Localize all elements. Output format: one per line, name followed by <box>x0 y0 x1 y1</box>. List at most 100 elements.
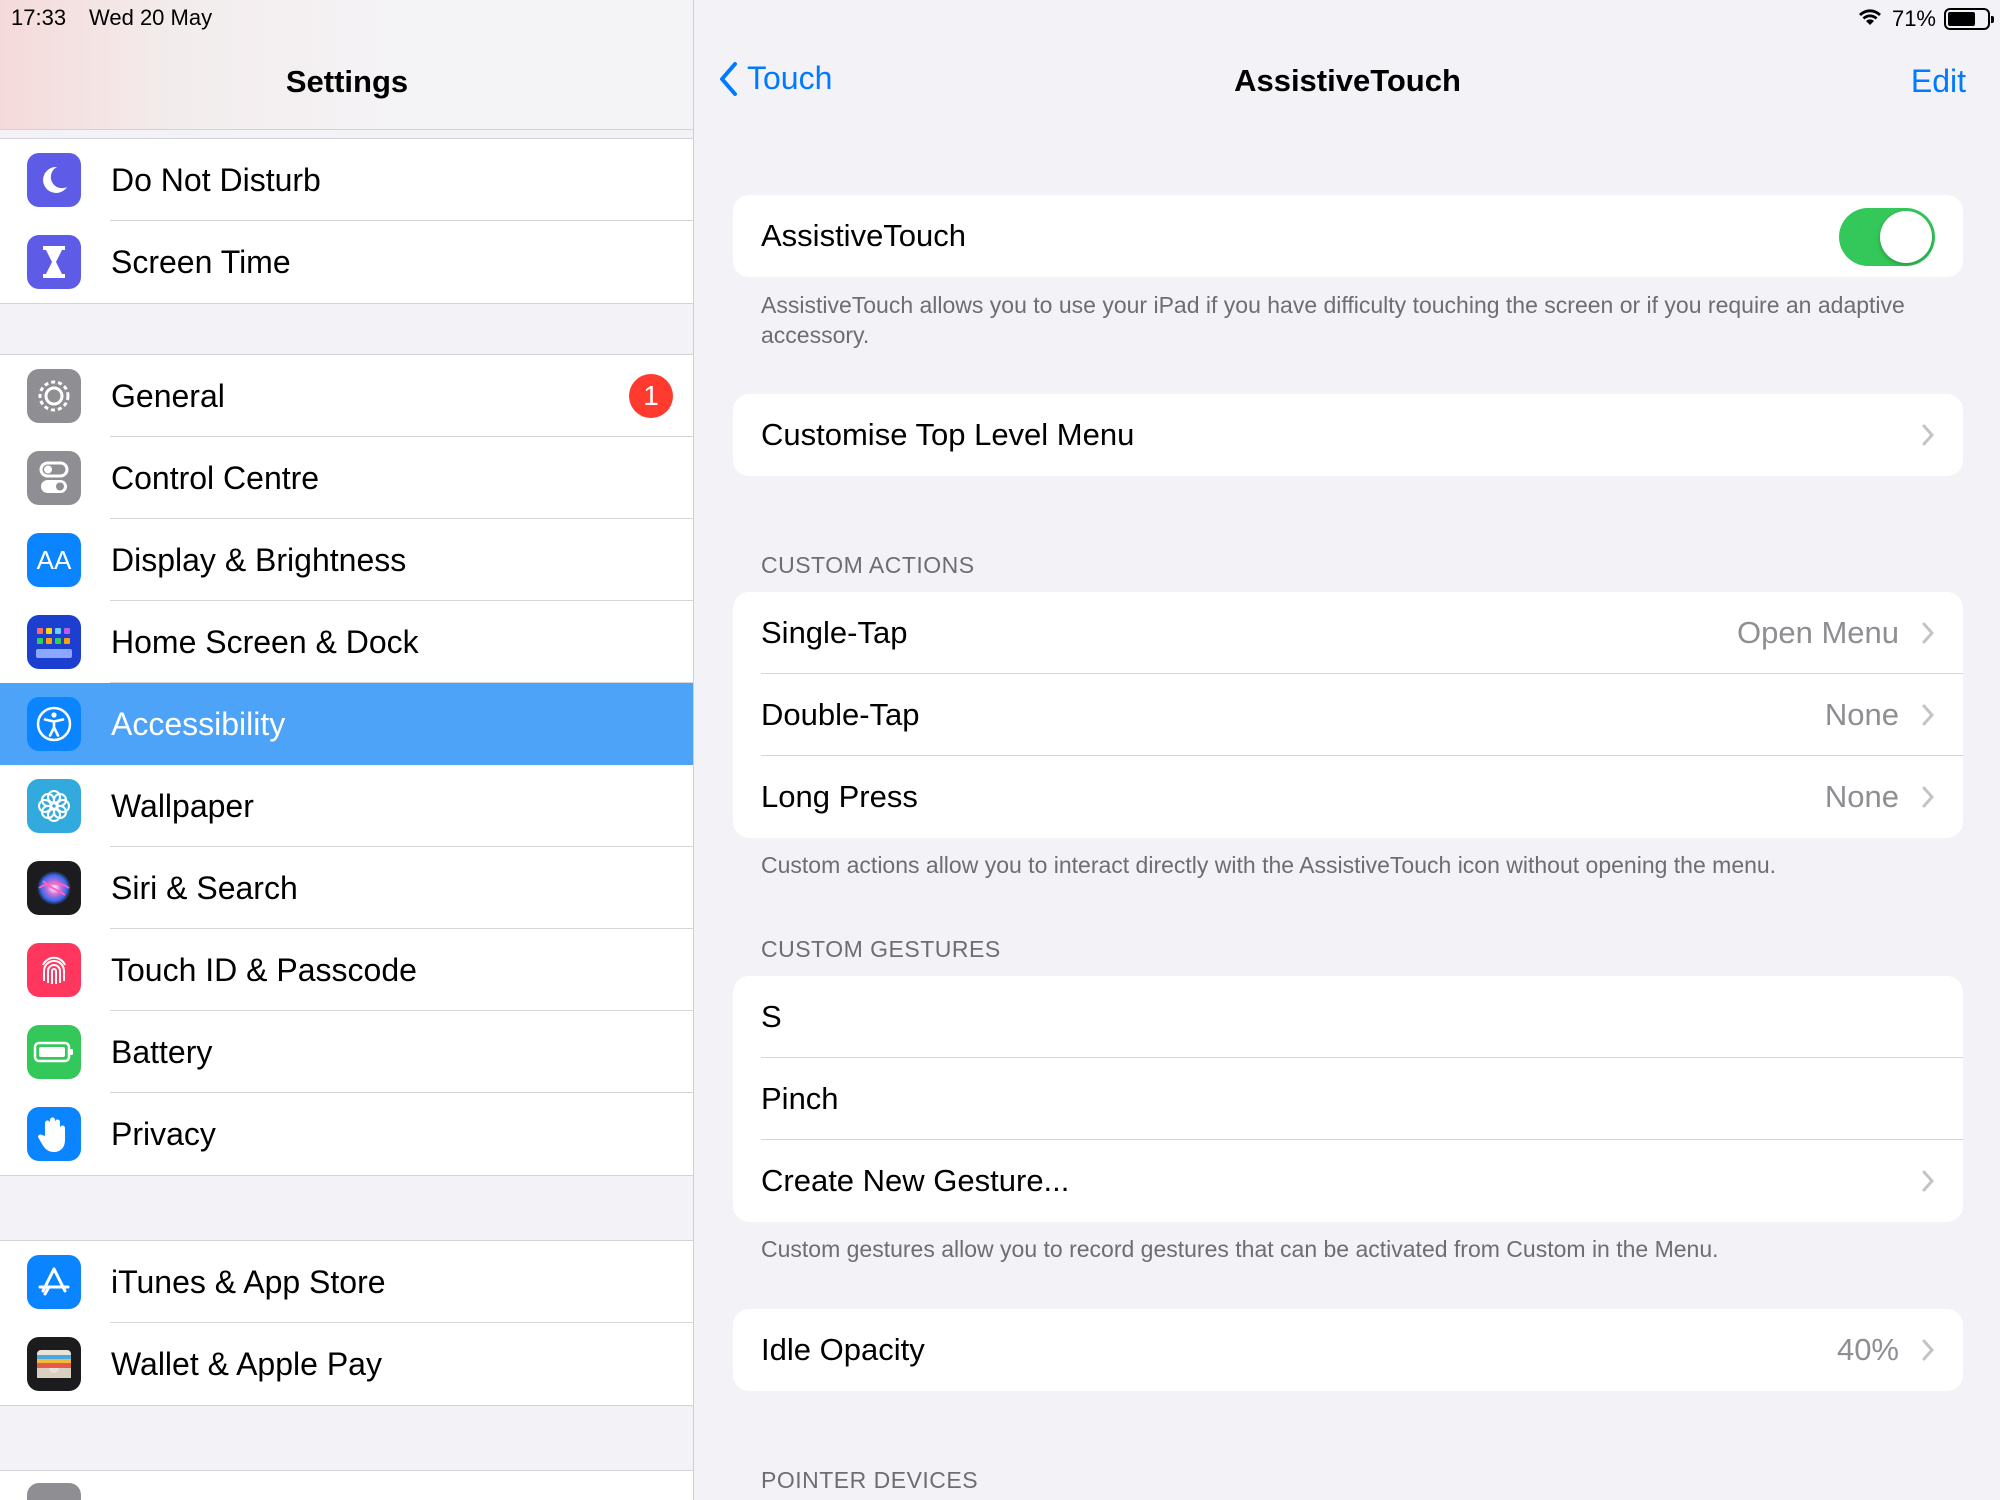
row-value: None <box>1824 697 1899 732</box>
assistivetouch-card: AssistiveTouch <box>733 195 1963 277</box>
row-label: Single-Tap <box>761 615 908 650</box>
chevron-right-icon <box>1922 1170 1935 1192</box>
long-press-row[interactable]: Long Press None <box>733 756 1963 838</box>
sidebar-item-battery[interactable]: Battery <box>0 1011 693 1093</box>
battery-icon <box>27 1025 81 1079</box>
text-size-icon: AA <box>27 533 81 587</box>
row-label: Pinch <box>761 1081 839 1116</box>
sidebar-title: Settings <box>285 64 409 99</box>
battery-status-icon <box>1944 8 1994 30</box>
hand-icon <box>27 1107 81 1161</box>
row-label: S <box>761 999 782 1034</box>
gesture-row-pinch[interactable]: Pinch <box>733 1058 1963 1140</box>
sidebar-item-label: Accessibility <box>111 705 286 742</box>
sidebar-item-label: iTunes & App Store <box>111 1263 386 1300</box>
status-right: 71% <box>1856 5 1994 33</box>
battery-percent: 71% <box>1891 6 1936 31</box>
row-value: Open Menu <box>1737 615 1899 650</box>
idle-opacity-card: Idle Opacity 40% <box>733 1309 1963 1391</box>
sidebar-group-4 <box>0 1470 693 1500</box>
single-tap-row[interactable]: Single-Tap Open Menu <box>733 592 1963 674</box>
sidebar-item-label: Touch ID & Passcode <box>111 951 417 988</box>
custom-actions-header: CUSTOM ACTIONS <box>761 552 975 578</box>
status-date: Wed 20 May <box>89 5 213 30</box>
sidebar-item-label: Siri & Search <box>111 869 298 906</box>
fingerprint-icon <box>27 943 81 997</box>
page-title: AssistiveTouch <box>1234 63 1461 98</box>
row-label: Idle Opacity <box>761 1332 925 1367</box>
sidebar-item-control-centre[interactable]: Control Centre <box>0 437 693 519</box>
sidebar-item-general[interactable]: General 1 <box>0 355 693 437</box>
status-time: 17:33 <box>11 5 67 30</box>
hourglass-icon <box>27 235 81 289</box>
assistivetouch-label: AssistiveTouch <box>761 218 967 253</box>
custom-actions-description: Custom actions allow you to interact dir… <box>761 852 1777 878</box>
double-tap-row[interactable]: Double-Tap None <box>733 674 1963 756</box>
sidebar-item-itunes-app-store[interactable]: iTunes & App Store <box>0 1241 693 1323</box>
sidebar-item-label: Do Not Disturb <box>111 161 321 198</box>
row-value: 40% <box>1836 1332 1899 1367</box>
sidebar-item-wallet-apple-pay[interactable]: Wallet & Apple Pay <box>0 1323 693 1405</box>
chevron-right-icon <box>1922 622 1935 644</box>
chevron-right-icon <box>1922 704 1935 726</box>
row-label: Long Press <box>761 779 918 814</box>
sidebar-item-siri-search[interactable]: Siri & Search <box>0 847 693 929</box>
switches-icon <box>27 451 81 505</box>
sidebar-item-label: Control Centre <box>111 459 320 496</box>
custom-actions-card: Single-Tap Open Menu Double-Tap None Lon… <box>733 592 1963 838</box>
sidebar-item-label: Wallet & Apple Pay <box>111 1345 382 1382</box>
assistivetouch-row: AssistiveTouch <box>733 195 1963 277</box>
toggle-knob <box>1880 211 1932 263</box>
assistivetouch-description: AssistiveTouch allows you to use your iP… <box>761 292 1905 348</box>
sidebar-item-touch-id-passcode[interactable]: Touch ID & Passcode <box>0 929 693 1011</box>
app-store-icon <box>27 1255 81 1309</box>
status-bar: 17:33 Wed 20 May 71% <box>0 0 2000 36</box>
sidebar-item-privacy[interactable]: Privacy <box>0 1093 693 1175</box>
chevron-right-icon <box>1922 1339 1935 1361</box>
custom-gestures-card: S Pinch Create New Gesture... <box>733 976 1963 1222</box>
custom-gestures-description: Custom gestures allow you to record gest… <box>761 1236 1719 1262</box>
row-label: Double-Tap <box>761 697 920 732</box>
sidebar-item-label: Home Screen & Dock <box>111 623 419 660</box>
accessibility-icon <box>27 697 81 751</box>
sidebar-item-display-brightness[interactable]: AA Display & Brightness <box>0 519 693 601</box>
sidebar-item-label: Screen Time <box>111 243 291 280</box>
sidebar-item-do-not-disturb[interactable]: Do Not Disturb <box>0 139 693 221</box>
sidebar-item-label: Privacy <box>111 1115 216 1152</box>
sidebar-item-wallpaper[interactable]: Wallpaper <box>0 765 693 847</box>
flower-icon <box>27 779 81 833</box>
idle-opacity-row[interactable]: Idle Opacity 40% <box>733 1309 1963 1391</box>
assistivetouch-toggle[interactable] <box>1839 208 1935 266</box>
custom-gestures-header: CUSTOM GESTURES <box>761 936 1001 962</box>
sidebar-item-partial[interactable] <box>0 1471 693 1500</box>
row-value: None <box>1824 779 1899 814</box>
sidebar-item-label: General <box>111 377 225 414</box>
settings-sidebar: Settings Do Not Disturb Screen Time Gene… <box>0 0 694 1500</box>
create-new-gesture-row[interactable]: Create New Gesture... <box>733 1140 1963 1222</box>
customise-top-level-menu-row[interactable]: Customise Top Level Menu <box>733 394 1963 476</box>
siri-icon <box>27 861 81 915</box>
sidebar-group-1: Do Not Disturb Screen Time <box>0 138 693 304</box>
edit-button[interactable]: Edit <box>1911 63 1966 100</box>
moon-icon <box>27 153 81 207</box>
customise-card: Customise Top Level Menu <box>733 394 1963 476</box>
customise-label: Customise Top Level Menu <box>761 417 1135 452</box>
sidebar-item-label: Wallpaper <box>111 787 254 824</box>
sidebar-group-3: iTunes & App Store Wallet & Apple Pay <box>0 1240 693 1406</box>
assistivetouch-pane: Touch AssistiveTouch Edit AssistiveTouch… <box>695 0 2000 1500</box>
sidebar-item-home-screen-dock[interactable]: Home Screen & Dock <box>0 601 693 683</box>
app-grid-icon <box>27 615 81 669</box>
row-label: Create New Gesture... <box>761 1163 1070 1198</box>
chevron-right-icon <box>1922 786 1935 808</box>
pointer-devices-header: POINTER DEVICES <box>761 1467 979 1493</box>
wifi-icon <box>1856 5 1884 33</box>
chevron-right-icon <box>1922 424 1935 446</box>
gesture-row-s[interactable]: S <box>733 976 1963 1058</box>
wallet-icon <box>27 1337 81 1391</box>
gear-icon <box>27 369 81 423</box>
sidebar-item-accessibility[interactable]: Accessibility <box>0 683 693 765</box>
sidebar-item-label: Display & Brightness <box>111 541 407 578</box>
sidebar-group-2: General 1 Control Centre AA Display & Br… <box>0 354 693 1176</box>
sidebar-item-screen-time[interactable]: Screen Time <box>0 221 693 303</box>
app-icon <box>27 1483 81 1500</box>
